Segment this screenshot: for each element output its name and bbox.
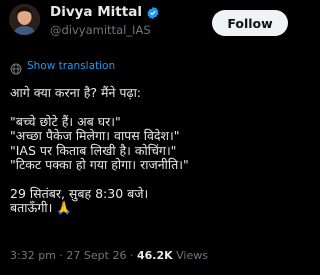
name-row: Divya Mittal xyxy=(50,4,160,20)
show-translation-link[interactable]: Show translation xyxy=(10,60,116,75)
tweet-date[interactable]: 27 Sept 26 xyxy=(66,249,126,262)
tweet-quote-line: "टिकट पक्का हो गया होगा। राजनीति।" xyxy=(10,157,189,172)
tweet-quote-line: "अच्छा पैकेज मिलेगा। वापस विदेश।" xyxy=(10,128,180,143)
tweet-closing-line: बताऊँगी। 🙏 xyxy=(10,200,72,215)
avatar-photo-icon xyxy=(9,4,40,35)
tweet-quote-line: "IAS पर किताब लिखी है। कोचिंग।" xyxy=(10,142,177,158)
meta-separator: · xyxy=(59,249,63,262)
author-handle[interactable]: @divyamittal_IAS xyxy=(50,23,151,37)
tweet-time[interactable]: 3:32 pm xyxy=(10,249,56,262)
meta-separator: · xyxy=(129,249,134,262)
follow-button[interactable]: Follow xyxy=(212,10,288,36)
globe-icon xyxy=(10,60,22,75)
tweet-quote-line: "बच्चे छोटे हैं। अब घर।" xyxy=(10,113,121,129)
author-name[interactable]: Divya Mittal xyxy=(50,4,142,20)
tweet-header: Divya Mittal @divyamittal_IAS Follow xyxy=(0,0,300,50)
tweet-closing-line: 29 सितंबर, सुबह 8:30 बजे। xyxy=(10,185,149,201)
views-label: Views xyxy=(176,249,208,262)
tweet-meta: 3:32 pm · 27 Sept 26 · 46.2K Views xyxy=(10,249,208,262)
show-translation-label: Show translation xyxy=(27,60,116,72)
avatar[interactable] xyxy=(9,4,40,35)
verified-badge-icon xyxy=(146,5,160,20)
views-count[interactable]: 46.2K xyxy=(137,249,173,262)
tweet-intro: आगे क्या करना है? मैंने पढ़ा: xyxy=(10,85,142,100)
tweet-text: आगे क्या करना है? मैंने पढ़ा: "बच्चे छोट… xyxy=(10,85,295,216)
